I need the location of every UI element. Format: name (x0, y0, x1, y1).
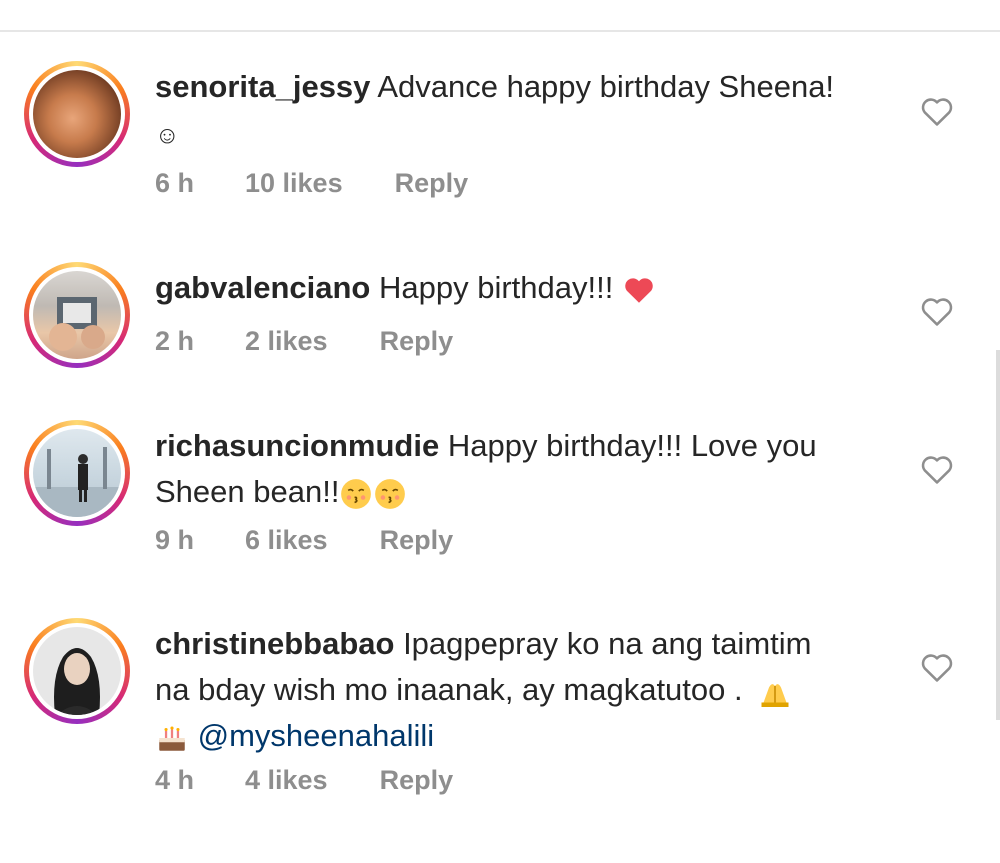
avatar[interactable] (24, 61, 130, 167)
comment-likes[interactable]: 6 likes (245, 525, 328, 556)
folded-hands-emoji (761, 683, 789, 707)
comment-text-line2: na bday wish mo inaanak, ay magkatutoo . (155, 672, 743, 707)
comment-username[interactable]: gabvalenciano (155, 270, 370, 305)
avatar[interactable] (24, 262, 130, 368)
reply-button[interactable]: Reply (395, 168, 469, 199)
comment-text-continuation: ☺ (155, 122, 180, 149)
comment-text: Advance happy birthday Sheena! (377, 69, 835, 104)
comment-username[interactable]: richasuncionmudie (155, 428, 439, 463)
comment-time[interactable]: 6 h (155, 168, 245, 199)
comment-time[interactable]: 9 h (155, 525, 245, 556)
comment-body: richasuncionmudie Happy birthday!!! Love… (155, 423, 895, 515)
heart-outline-icon[interactable] (918, 450, 956, 488)
comment-body: gabvalenciano Happy birthday!!! (155, 265, 895, 311)
comment-username[interactable]: senorita_jessy (155, 69, 370, 104)
comment-time[interactable]: 2 h (155, 326, 245, 357)
comment-time[interactable]: 4 h (155, 765, 245, 796)
comment-meta: 9 h 6 likes Reply (155, 525, 453, 556)
comment-meta: 2 h 2 likes Reply (155, 326, 453, 357)
comment-body: christinebbabao Ipagpepray ko na ang tai… (155, 621, 895, 759)
comment-text: Happy birthday!!! (378, 270, 614, 305)
birthday-cake-emoji (159, 726, 185, 751)
comment-meta: 6 h 10 likes Reply (155, 168, 468, 199)
comment-text-continuation: Sheen bean!! (155, 474, 340, 509)
kissing-face-emoji (341, 478, 372, 509)
heart-outline-icon[interactable] (918, 292, 956, 330)
comment-username[interactable]: christinebbabao (155, 626, 394, 661)
comment-likes[interactable]: 4 likes (245, 765, 328, 796)
user-mention-link[interactable]: @mysheenahalili (198, 718, 435, 753)
kissing-face-emoji (375, 478, 406, 509)
avatar[interactable] (24, 420, 130, 526)
scrollbar[interactable] (996, 350, 1000, 720)
comment-likes[interactable]: 2 likes (245, 326, 328, 357)
avatar[interactable] (24, 618, 130, 724)
comment-text: Happy birthday!!! Love you (447, 428, 817, 463)
reply-button[interactable]: Reply (380, 525, 454, 556)
top-divider (0, 30, 1000, 32)
comment-text: Ipagpepray ko na ang taimtim (403, 626, 812, 661)
red-heart-emoji (625, 278, 653, 303)
comment-meta: 4 h 4 likes Reply (155, 765, 453, 796)
reply-button[interactable]: Reply (380, 765, 454, 796)
comment-body: senorita_jessy Advance happy birthday Sh… (155, 64, 895, 159)
comment-likes[interactable]: 10 likes (245, 168, 343, 199)
heart-outline-icon[interactable] (918, 92, 956, 130)
reply-button[interactable]: Reply (380, 326, 454, 357)
heart-outline-icon[interactable] (918, 648, 956, 686)
